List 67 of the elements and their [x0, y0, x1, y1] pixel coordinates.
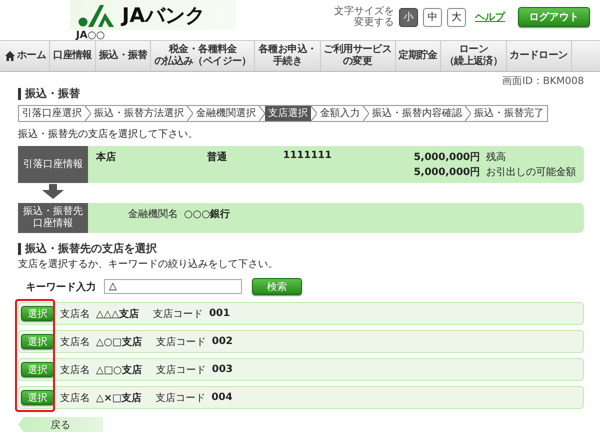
help-link[interactable]: ヘルプ [475, 10, 505, 24]
progress-step: 振込・振替方法選択 [91, 106, 187, 121]
branch-name: △○□支店 [96, 335, 142, 348]
balance-amount: 5,000,000円 [414, 151, 480, 164]
keyword-field[interactable]: △ [104, 279, 242, 294]
nav-item[interactable]: カードローン [510, 50, 568, 62]
account-type: 普通 [207, 150, 228, 164]
font-size-option[interactable]: 大 [447, 8, 466, 26]
branch-name: △□○支店 [96, 363, 142, 376]
font-size-option[interactable]: 中 [423, 8, 442, 26]
branch-name-label: 支店名 [60, 364, 90, 376]
branch-name: △△△支店 [96, 307, 140, 320]
branch-name-label: 支店名 [60, 308, 90, 320]
branch-name: 本店 [96, 150, 117, 164]
nav-item[interactable]: ご利用サービス の変更 [324, 44, 392, 68]
nav-item[interactable]: ホーム [17, 50, 46, 62]
branch-code-label: 支店コード [156, 336, 206, 348]
home-icon [5, 51, 15, 61]
down-arrow-icon [42, 184, 64, 199]
section-title: 振込・振替先の支店を選択 [25, 242, 157, 255]
account-label: 引落口座情報 [18, 146, 88, 183]
nav-item[interactable]: 税金・各種料金 の払込み（ペイジー） [154, 44, 252, 68]
branch-code: 003 [212, 364, 233, 375]
instruction-text: 振込・振替先の支店を選択して下さい。 [18, 129, 198, 140]
branch-code: 002 [212, 336, 233, 347]
branch-name-label: 支店名 [60, 392, 90, 404]
hint-text: 支店を選択するか、キーワードの絞り込みをして下さい。 [18, 259, 278, 270]
keyword-label: キーワード入力 [26, 280, 96, 294]
balance-label: 残高 [486, 150, 507, 164]
font-size-option[interactable]: 小 [399, 8, 418, 26]
back-button[interactable]: 戻る [18, 417, 103, 432]
screen-id: 画面ID：BKM008 [502, 76, 584, 87]
chevron-icon [259, 106, 265, 121]
chevron-icon [363, 106, 369, 121]
account-number: 1111111 [283, 150, 333, 163]
progress-step: 振込・振替内容確認 [369, 106, 465, 121]
logo-icon [78, 3, 114, 27]
branch-code-label: 支店コード [156, 364, 206, 376]
chevron-icon [311, 106, 317, 121]
chevron-icon [465, 106, 471, 121]
progress-step: 支店選択 [265, 106, 311, 121]
chevron-icon [187, 106, 193, 121]
page-title: 振込・振替 [25, 87, 80, 100]
nav-item[interactable]: 口座情報 [53, 50, 92, 62]
branch-name: JA○○ [76, 30, 106, 41]
branch-code-label: 支店コード [156, 392, 206, 404]
nav-item[interactable]: 定期貯金 [398, 50, 438, 62]
nav-item[interactable]: 振込・振替 [98, 50, 148, 62]
branch-code: 004 [212, 392, 232, 403]
nav-item[interactable]: 各種お申込・ 手続き [258, 44, 317, 68]
bank-name: ○○○銀行 [184, 208, 230, 221]
nav-item[interactable]: ローン （繰上返済） [444, 44, 503, 68]
bank-name: JAバンク [122, 2, 205, 28]
branch-code: 001 [209, 308, 230, 319]
chevron-icon [85, 106, 91, 121]
branch-name: △×□支店 [96, 391, 142, 404]
progress-step: 振込・振替完了 [471, 106, 547, 121]
font-size-label: 文字サイズを変更する [334, 6, 394, 28]
available-amount: 5,000,000円 [414, 166, 480, 179]
account-label: 振込・振替先口座情報 [18, 203, 88, 233]
progress-step: 引落口座選択 [19, 106, 85, 121]
branch-name-label: 支店名 [60, 336, 90, 348]
available-label: お引出しの可能金額 [486, 166, 576, 179]
branch-code-label: 支店コード [153, 308, 204, 320]
bank-label: 金融機関名 [128, 208, 178, 221]
progress-step: 金額入力 [317, 106, 363, 121]
progress-step: 金融機関選択 [193, 106, 259, 121]
